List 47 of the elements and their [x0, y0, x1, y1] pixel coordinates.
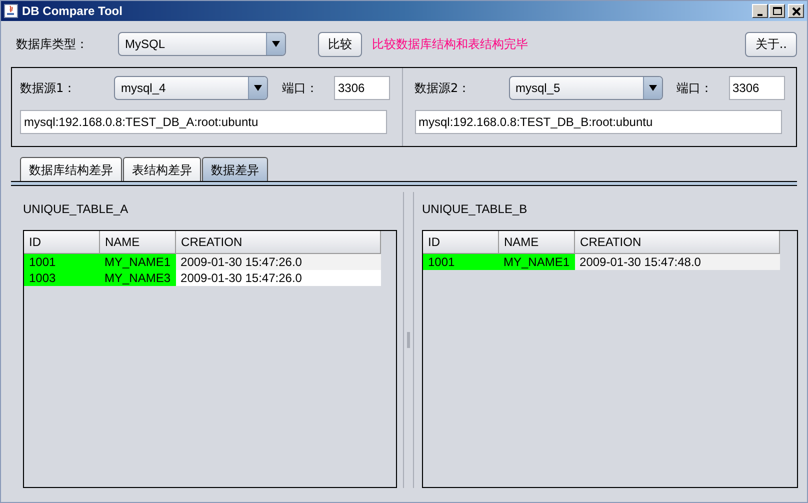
- table-cell: 2009-01-30 15:47:26.0: [176, 270, 381, 286]
- table-cell: 1001: [24, 254, 100, 270]
- about-button[interactable]: 关于..: [745, 32, 797, 56]
- connection-field[interactable]: mysql:192.168.0.8:TEST_DB_B:root:ubuntu: [414, 110, 782, 134]
- close-button[interactable]: [788, 4, 804, 18]
- port-field[interactable]: 3306: [334, 76, 390, 100]
- column-header[interactable]: ID: [423, 231, 498, 254]
- source-label: 数据源1：: [20, 80, 77, 96]
- maximize-button[interactable]: [769, 4, 785, 18]
- caret-icon: [254, 85, 262, 91]
- tab[interactable]: 数据库结构差异: [20, 157, 122, 181]
- status-message: 比较数据库结构和表结构完毕: [372, 36, 528, 52]
- table-cell: MY_NAME1: [100, 254, 176, 270]
- column-header[interactable]: ID: [24, 231, 100, 254]
- caret-icon: [272, 41, 280, 47]
- minimize-icon: [757, 14, 763, 16]
- port-field[interactable]: 3306: [728, 76, 784, 100]
- minimize-button[interactable]: [752, 4, 768, 18]
- compare-button[interactable]: 比较: [318, 32, 362, 56]
- table-title: UNIQUE_TABLE_B: [422, 202, 528, 218]
- window-title: DB Compare Tool: [22, 4, 122, 18]
- close-icon: [792, 6, 800, 16]
- table-cell: 1003: [24, 270, 100, 286]
- tab[interactable]: 数据差异: [202, 157, 268, 181]
- table-cell: MY_NAME3: [100, 270, 176, 286]
- table-cell: 2009-01-30 15:47:26.0: [176, 254, 381, 270]
- column-header[interactable]: NAME: [498, 231, 575, 254]
- table-title: UNIQUE_TABLE_A: [23, 202, 130, 218]
- split-handle[interactable]: [403, 192, 414, 488]
- table-cell: 1001: [423, 254, 498, 270]
- source-label: 数据源2：: [414, 80, 472, 96]
- port-label: 端口：: [676, 80, 714, 96]
- column-header[interactable]: NAME: [100, 231, 176, 254]
- dropdown[interactable]: mysql_5: [508, 76, 662, 100]
- table-cell: MY_NAME1: [498, 254, 575, 270]
- connection-field[interactable]: mysql:192.168.0.8:TEST_DB_A:root:ubuntu: [20, 110, 387, 134]
- cup-icon: [4, 4, 18, 18]
- tab[interactable]: 表结构差异: [123, 157, 201, 181]
- maximize-icon: [772, 7, 782, 15]
- dropdown[interactable]: MySQL: [118, 32, 286, 56]
- dropdown[interactable]: mysql_4: [114, 76, 268, 100]
- db-type-label: 数据库类型：: [16, 36, 88, 52]
- caret-icon: [648, 85, 656, 91]
- column-header[interactable]: CREATION: [574, 231, 780, 254]
- port-label: 端口：: [282, 80, 319, 96]
- table-cell: 2009-01-30 15:47:48.0: [574, 254, 780, 270]
- column-header[interactable]: CREATION: [176, 231, 381, 254]
